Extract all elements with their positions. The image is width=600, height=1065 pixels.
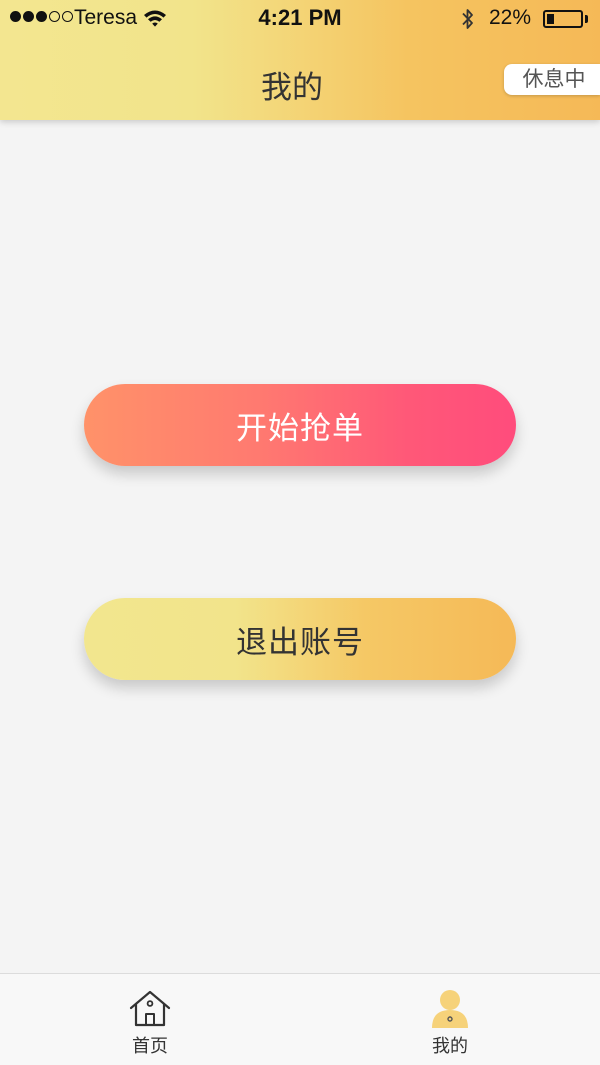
battery-percentage: 22% bbox=[489, 6, 532, 29]
my-page-screen: Teresa 4:21 PM 22% 我的 休息中 开始抢单 退出账号 首页 我… bbox=[0, 0, 600, 1065]
battery-tip bbox=[585, 15, 588, 23]
battery-icon bbox=[543, 10, 583, 28]
tab-mine-label: 我的 bbox=[432, 1036, 468, 1057]
work-status-toggle[interactable]: 休息中 bbox=[504, 64, 600, 95]
page-title: 我的 bbox=[261, 70, 323, 106]
tab-home[interactable]: 首页 bbox=[80, 974, 220, 1065]
start-grabbing-orders-button[interactable]: 开始抢单 bbox=[84, 384, 516, 466]
home-icon bbox=[129, 990, 171, 1027]
tab-bar: 首页 我的 bbox=[0, 973, 600, 1065]
tab-home-label: 首页 bbox=[132, 1036, 168, 1057]
battery-level-fill bbox=[547, 14, 554, 24]
logout-button[interactable]: 退出账号 bbox=[84, 598, 516, 680]
header: Teresa 4:21 PM 22% 我的 休息中 bbox=[0, 0, 600, 120]
bluetooth-icon bbox=[462, 9, 473, 29]
user-icon bbox=[432, 990, 468, 1028]
status-bar: Teresa 4:21 PM 22% bbox=[0, 0, 600, 40]
tab-mine[interactable]: 我的 bbox=[380, 974, 520, 1065]
